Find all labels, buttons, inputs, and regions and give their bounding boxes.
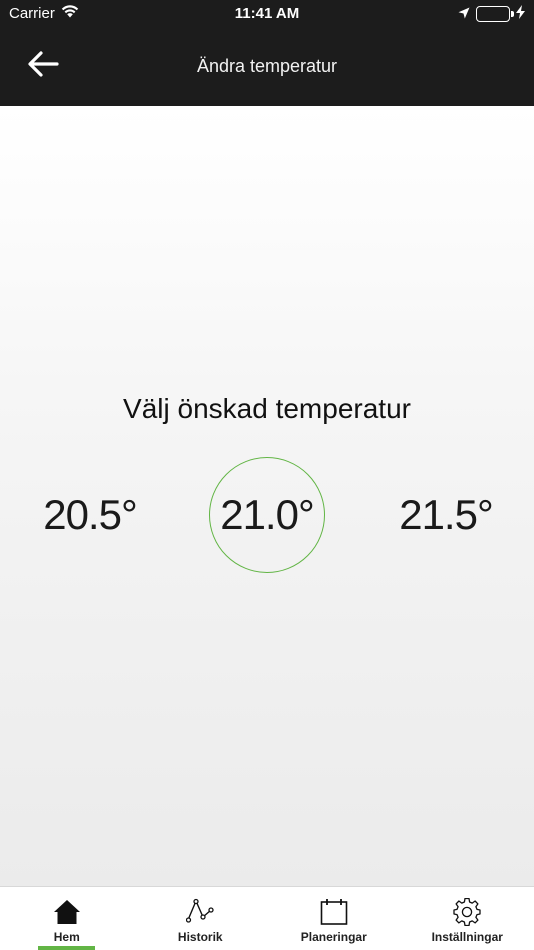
tab-bar: Hem Historik Planeringar Inställningar xyxy=(0,886,534,950)
nav-bar: Ändra temperatur xyxy=(0,28,534,106)
temperature-option-lower[interactable]: 20.5° xyxy=(30,457,150,573)
status-bar: Carrier 11:41 AM xyxy=(0,0,534,28)
battery-tip xyxy=(511,11,514,17)
home-icon xyxy=(52,898,82,926)
calendar-icon xyxy=(319,898,349,926)
temperature-option-higher[interactable]: 21.5° xyxy=(386,457,506,573)
top-bar: Carrier 11:41 AM Ändra temperatur xyxy=(0,0,534,106)
temperature-picker: Välj önskad temperatur 20.5° 21.0° 21.5° xyxy=(0,106,534,886)
temperature-option-selected[interactable]: 21.0° xyxy=(209,457,325,573)
tab-label: Planeringar xyxy=(300,930,367,944)
temperature-prompt: Välj önskad temperatur xyxy=(123,393,411,424)
tab-label: Hem xyxy=(53,930,80,944)
battery-icon xyxy=(476,6,514,22)
gear-icon xyxy=(452,898,482,926)
tab-planeringar[interactable]: Planeringar xyxy=(267,887,401,950)
status-time: 11:41 AM xyxy=(234,5,300,22)
active-tab-indicator xyxy=(38,946,95,950)
tab-hem[interactable]: Hem xyxy=(0,887,134,950)
location-arrow-icon xyxy=(458,6,470,23)
tab-label: Historik xyxy=(177,930,223,944)
tab-label: Inställningar xyxy=(431,930,503,944)
tab-installningar[interactable]: Inställningar xyxy=(401,887,534,950)
page-title: Ändra temperatur xyxy=(196,56,338,76)
tab-historik[interactable]: Historik xyxy=(134,887,268,950)
status-right xyxy=(458,5,525,23)
history-graph-icon xyxy=(185,898,215,926)
charging-bolt-icon xyxy=(516,5,525,23)
